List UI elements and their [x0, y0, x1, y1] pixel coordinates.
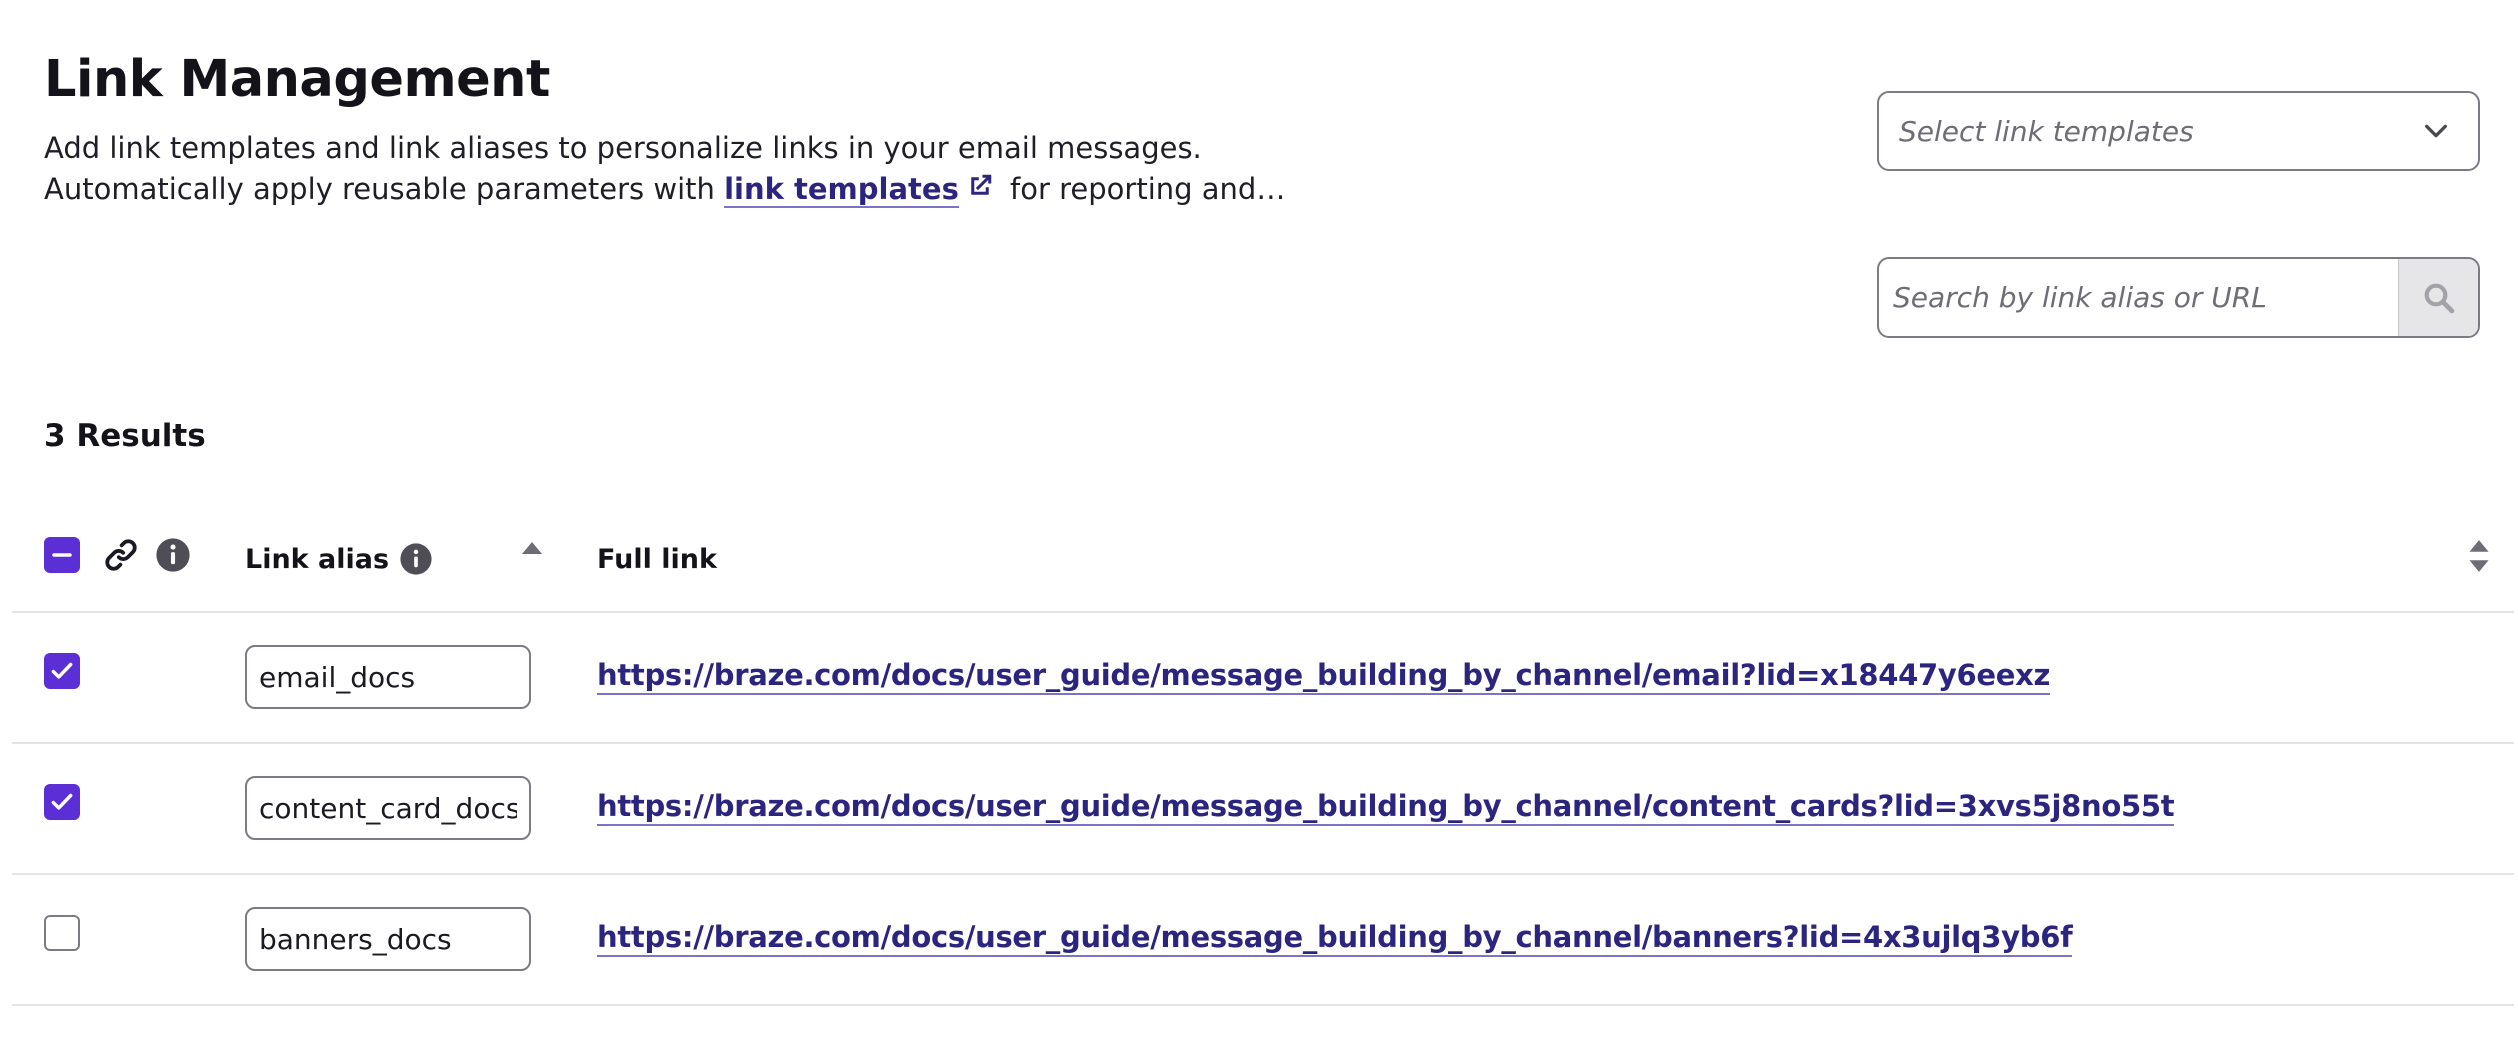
link-alias-input[interactable] — [245, 645, 531, 709]
description-prefix: Automatically apply reusable parameters … — [44, 172, 725, 206]
description-line-2: Automatically apply reusable parameters … — [44, 169, 1285, 210]
full-link[interactable]: https://braze.com/docs/user_guide/messag… — [597, 788, 2175, 826]
column-label-link-alias: Link alias — [245, 543, 390, 575]
select-placeholder: Select link templates — [1899, 114, 2194, 148]
external-link-icon[interactable] — [965, 171, 995, 201]
info-icon — [156, 538, 190, 572]
chevron-down-icon — [2425, 124, 2447, 138]
sort-icon[interactable] — [2466, 538, 2492, 574]
page-description: Add link templates and link aliases to p… — [44, 128, 1285, 210]
table-row: https://braze.com/docs/user_guide/messag… — [12, 875, 2514, 1006]
sort-ascending-icon[interactable] — [520, 540, 544, 556]
select-all-checkbox[interactable] — [44, 537, 80, 573]
column-header-full-link[interactable]: Full link — [597, 544, 717, 575]
link-management-page: Link Management Add link templates and l… — [0, 0, 2518, 1056]
minus-icon — [52, 553, 72, 557]
search-button[interactable] — [2398, 259, 2478, 336]
chain-link-icon — [105, 539, 137, 571]
table-header: Link alias Full link — [12, 514, 2514, 613]
description-suffix: for reporting and… — [1000, 172, 1286, 206]
link-templates-link[interactable]: link templates — [724, 172, 959, 208]
row-checkbox[interactable] — [44, 915, 80, 951]
search-input[interactable] — [1879, 259, 2398, 336]
links-table: Link alias Full link https://braze.com/d… — [12, 514, 2514, 1006]
link-template-select[interactable]: Select link templates — [1877, 91, 2480, 171]
checkmark-icon — [51, 662, 73, 679]
row-checkbox[interactable] — [44, 784, 80, 820]
search-icon — [2424, 283, 2454, 313]
info-icon — [400, 543, 432, 575]
row-checkbox[interactable] — [44, 653, 80, 689]
full-link[interactable]: https://braze.com/docs/user_guide/messag… — [597, 919, 2073, 957]
table-row: https://braze.com/docs/user_guide/messag… — [12, 613, 2514, 744]
link-alias-input[interactable] — [245, 776, 531, 840]
checkmark-icon — [51, 793, 73, 810]
search-box — [1877, 257, 2480, 338]
full-link[interactable]: https://braze.com/docs/user_guide/messag… — [597, 657, 2050, 695]
page-title: Link Management — [44, 50, 550, 109]
column-header-link-alias[interactable]: Link alias — [245, 542, 433, 576]
table-row: https://braze.com/docs/user_guide/messag… — [12, 744, 2514, 875]
results-count: 3 Results — [44, 418, 206, 454]
link-alias-input[interactable] — [245, 907, 531, 971]
description-line-1: Add link templates and link aliases to p… — [44, 131, 1202, 165]
